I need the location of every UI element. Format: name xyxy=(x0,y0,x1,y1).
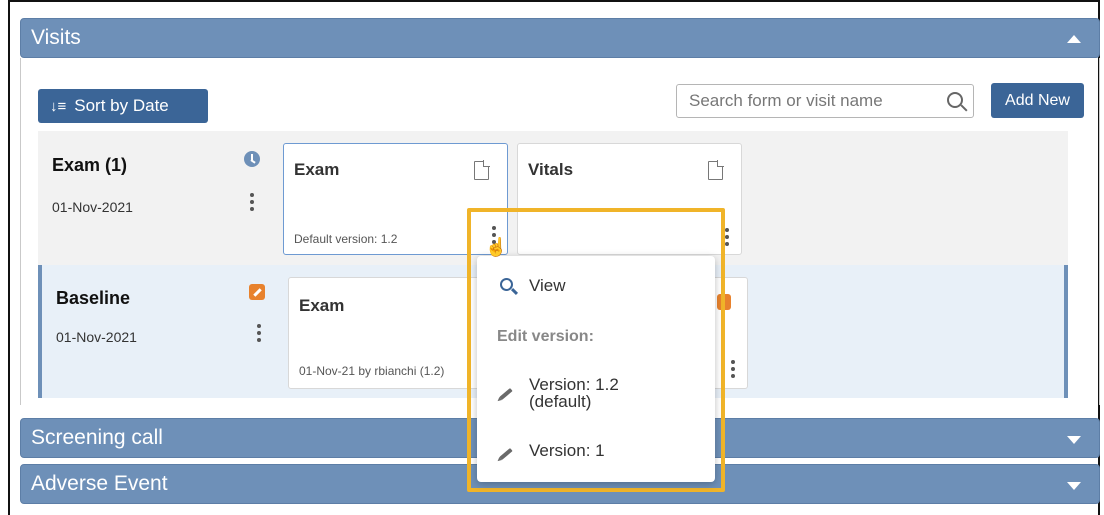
collapse-caret-icon[interactable] xyxy=(1067,35,1081,43)
pencil-icon xyxy=(499,447,513,461)
panel-title: Screening call xyxy=(31,426,163,449)
expand-caret-icon[interactable] xyxy=(1067,436,1081,444)
visit-menu-kebab-icon[interactable] xyxy=(249,193,255,213)
clock-icon xyxy=(244,151,260,167)
document-icon xyxy=(474,160,490,180)
menu-item-version-1-2[interactable]: Version: 1.2 (default) xyxy=(529,376,619,410)
document-icon xyxy=(708,160,724,180)
expand-caret-icon[interactable] xyxy=(1067,482,1081,490)
search-box[interactable] xyxy=(676,84,974,118)
hand-cursor-icon: ☝ xyxy=(485,237,508,257)
menu-item-view[interactable]: View xyxy=(529,276,566,296)
visits-panel-header[interactable]: Visits xyxy=(20,18,1100,58)
search-icon xyxy=(500,278,513,291)
form-card-title: Exam xyxy=(299,296,345,315)
visits-panel-title: Visits xyxy=(31,26,81,49)
form-card-title: Vitals xyxy=(528,160,574,179)
search-input[interactable] xyxy=(687,85,937,117)
menu-section-label: Edit version: xyxy=(497,328,594,345)
pencil-icon xyxy=(499,387,513,401)
visit-title: Exam (1) xyxy=(52,155,128,175)
sort-button-label: Sort by Date xyxy=(74,96,169,115)
visit-title: Baseline xyxy=(56,288,131,308)
form-context-menu: View Edit version: Version: 1.2 (default… xyxy=(477,256,715,482)
visit-date: 01-Nov-2021 xyxy=(52,199,133,215)
sort-icon: ↓≡ xyxy=(50,98,67,115)
panel-title: Adverse Event xyxy=(31,472,168,495)
sort-by-date-button[interactable]: ↓≡ Sort by Date xyxy=(38,89,208,123)
form-card-title: Exam xyxy=(294,160,340,179)
form-card-kebab-icon[interactable] xyxy=(730,360,736,380)
add-new-button[interactable]: Add New xyxy=(991,83,1084,118)
form-card-footer: Default version: 1.2 xyxy=(294,232,398,246)
visit-menu-kebab-icon[interactable] xyxy=(256,324,262,344)
visit-date: 01-Nov-2021 xyxy=(56,329,137,345)
edit-icon xyxy=(249,284,265,300)
form-card-footer: 01-Nov-21 by rbianchi (1.2) xyxy=(299,364,445,378)
menu-item-version-1[interactable]: Version: 1 xyxy=(529,441,605,461)
search-icon[interactable] xyxy=(947,92,963,108)
